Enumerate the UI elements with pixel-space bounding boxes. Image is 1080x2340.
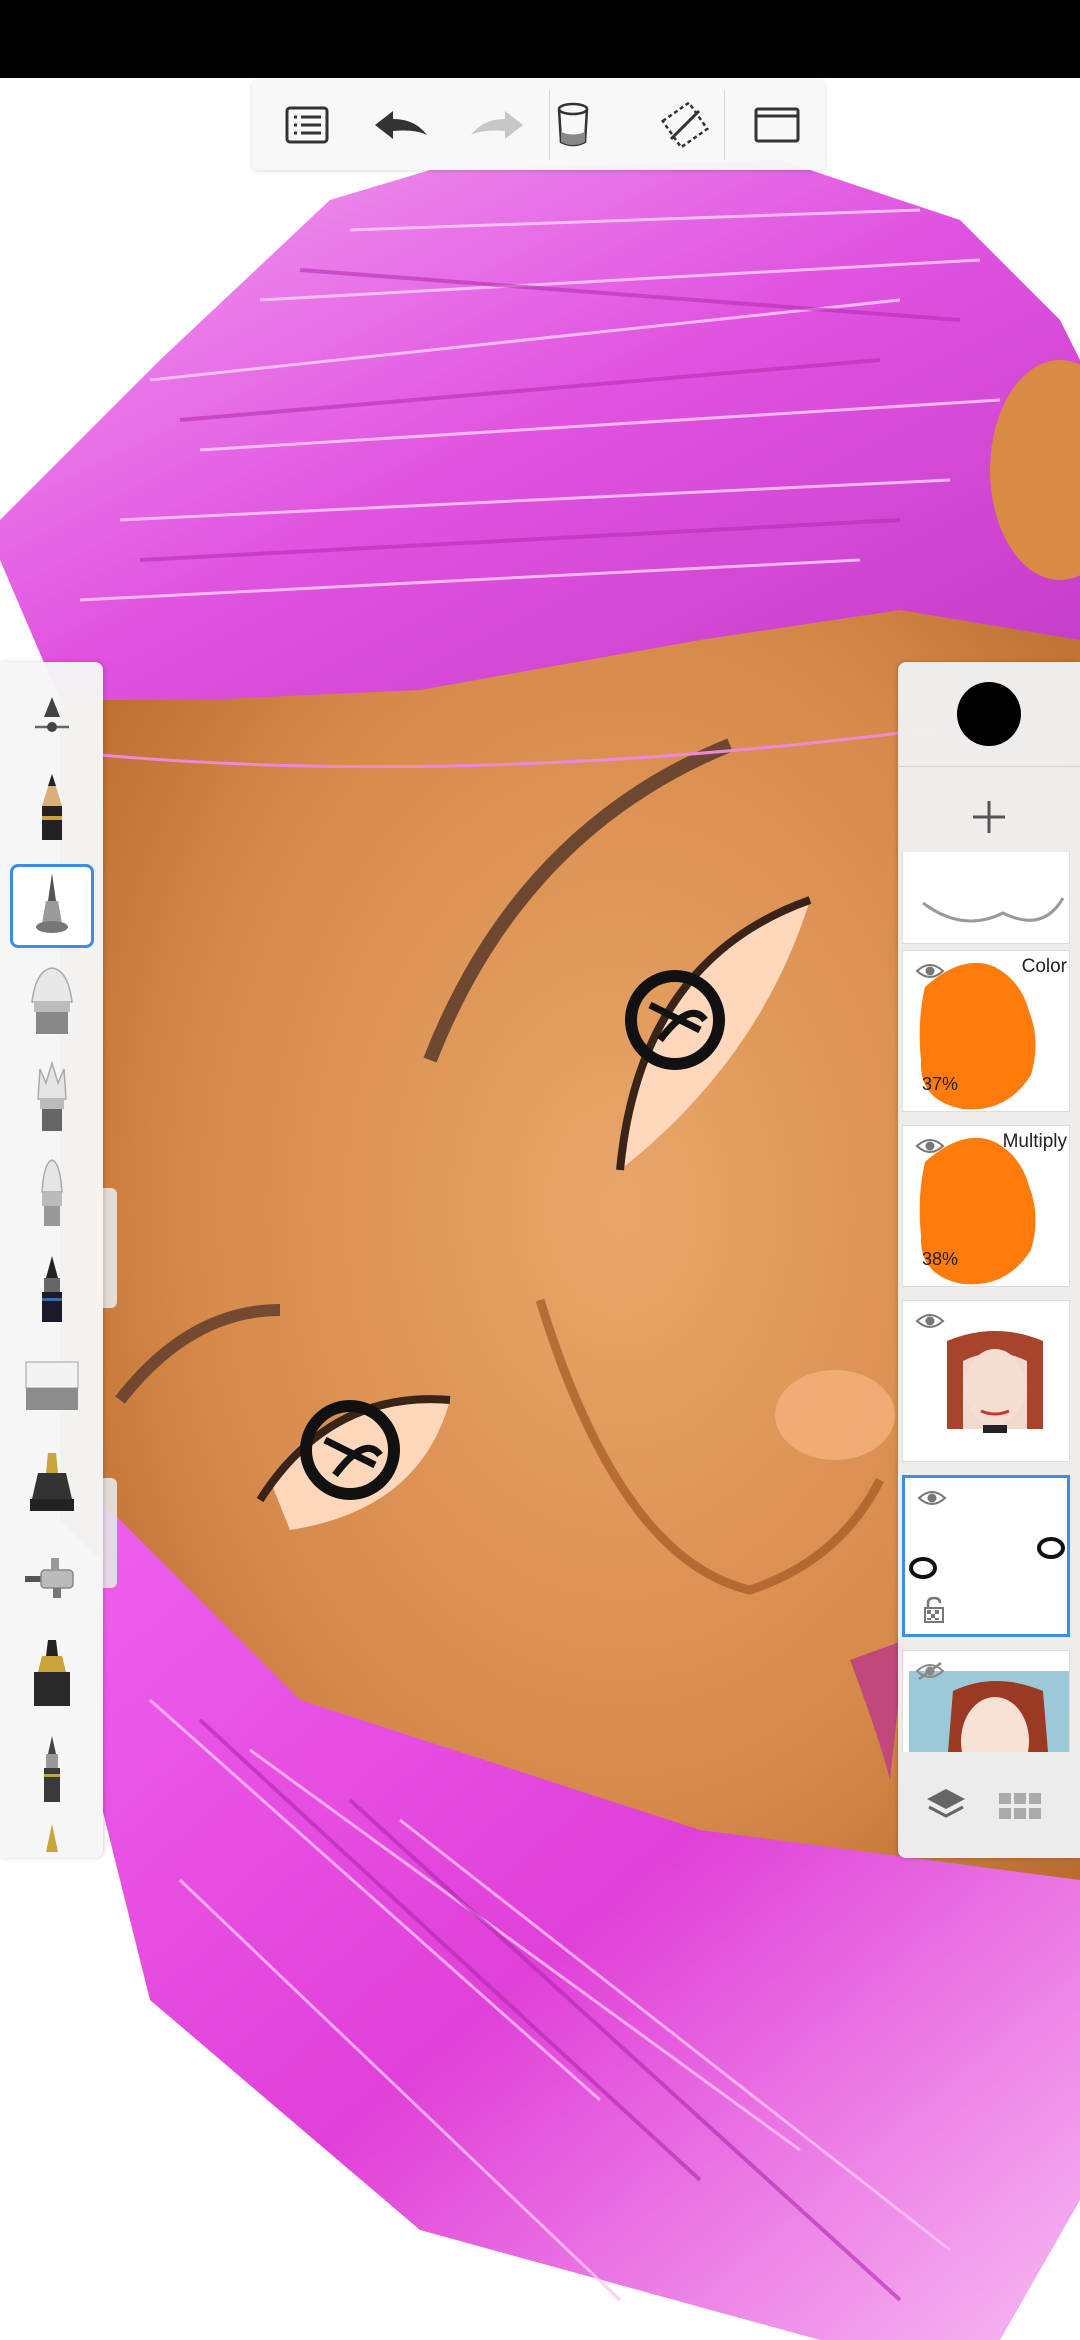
layer-item[interactable]: Multiply 38%: [902, 1125, 1070, 1287]
brush-more[interactable]: [10, 1822, 94, 1858]
layer-thumbnail: [922, 897, 1065, 923]
brush-round[interactable]: [10, 960, 94, 1044]
layer-blend-mode: Color: [1021, 956, 1067, 977]
eye-visible-icon[interactable]: [915, 1136, 945, 1156]
toolbar-divider: [724, 90, 725, 160]
brush-pencil[interactable]: [10, 766, 94, 850]
grid-view-button[interactable]: [994, 1780, 1046, 1832]
eye-visible-icon[interactable]: [915, 1311, 945, 1331]
layer-item[interactable]: Color 37%: [902, 950, 1070, 1112]
top-toolbar: [252, 80, 825, 170]
spray-nozzle-icon: [25, 1558, 74, 1598]
panel-collapse-handle[interactable]: [103, 1478, 117, 1588]
chisel-marker-icon: [34, 1640, 70, 1706]
ink-pen-icon: [42, 1256, 62, 1322]
layers-stack-icon: [927, 1789, 965, 1818]
brush-tip-icon: [46, 1824, 58, 1852]
layer-list[interactable]: Color 37% Multiply 38%: [898, 852, 1080, 1752]
eye-hidden-icon[interactable]: [915, 1661, 945, 1681]
brush-airbrush[interactable]: [10, 864, 94, 948]
menu-list-icon: [285, 106, 329, 144]
airbrush-icon: [36, 873, 68, 933]
fill-bucket-icon: [557, 102, 589, 147]
brush-technical-pen[interactable]: [10, 1728, 94, 1812]
fan-brush-icon: [37, 1061, 67, 1131]
undo-button[interactable]: [356, 80, 446, 170]
eye-visible-icon[interactable]: [917, 1488, 947, 1508]
panel-collapse-handle[interactable]: [103, 1188, 117, 1308]
fill-bucket-button[interactable]: [528, 80, 618, 170]
brush-fan[interactable]: [10, 1056, 94, 1140]
layers-panel: Color 37% Multiply 38%: [898, 662, 1080, 1858]
brush-size-slider[interactable]: [10, 674, 94, 758]
brush-ink-pen[interactable]: [10, 1248, 94, 1332]
brush-chisel-marker[interactable]: [10, 1632, 94, 1716]
lock-transparency-icon[interactable]: [923, 1596, 945, 1624]
marker-icon: [30, 1453, 74, 1511]
layer-item[interactable]: [902, 852, 1070, 944]
brush-marker[interactable]: [10, 1440, 94, 1524]
layer-item-selected[interactable]: [902, 1475, 1070, 1637]
ruler-selection-icon: [661, 101, 709, 149]
redo-icon: [471, 111, 523, 139]
brush-palette: [0, 662, 103, 1858]
technical-pen-icon: [44, 1736, 60, 1802]
current-color-swatch: [957, 682, 1021, 746]
brush-size-slider-icon: [35, 697, 69, 732]
layer-item[interactable]: [902, 1650, 1070, 1752]
layer-item[interactable]: [902, 1300, 1070, 1462]
pencil-icon: [42, 774, 62, 840]
layer-opacity: 37%: [922, 1074, 959, 1094]
color-picker-button[interactable]: [898, 662, 1080, 766]
ruler-selection-button[interactable]: [640, 80, 730, 170]
layer-opacity: 38%: [922, 1249, 959, 1269]
layer-blend-mode: Multiply: [1002, 1131, 1067, 1152]
fullscreen-button[interactable]: [732, 80, 822, 170]
eye-visible-icon[interactable]: [915, 961, 945, 981]
brush-eraser[interactable]: [10, 1344, 94, 1428]
round-paintbrush-icon: [31, 967, 73, 1034]
eraser-block-icon: [25, 1361, 79, 1410]
layers-panel-footer: [898, 1752, 1080, 1858]
fullscreen-icon: [754, 107, 800, 143]
brush-flat[interactable]: [10, 1152, 94, 1236]
grid-icon: [999, 1793, 1041, 1819]
status-bar: [0, 0, 1080, 78]
flat-brush-icon: [41, 1159, 63, 1226]
menu-list-button[interactable]: [262, 80, 352, 170]
plus-icon: [973, 801, 1005, 833]
layer-editor-button[interactable]: [920, 1780, 972, 1832]
undo-icon: [375, 111, 427, 139]
brush-spray[interactable]: [10, 1536, 94, 1620]
